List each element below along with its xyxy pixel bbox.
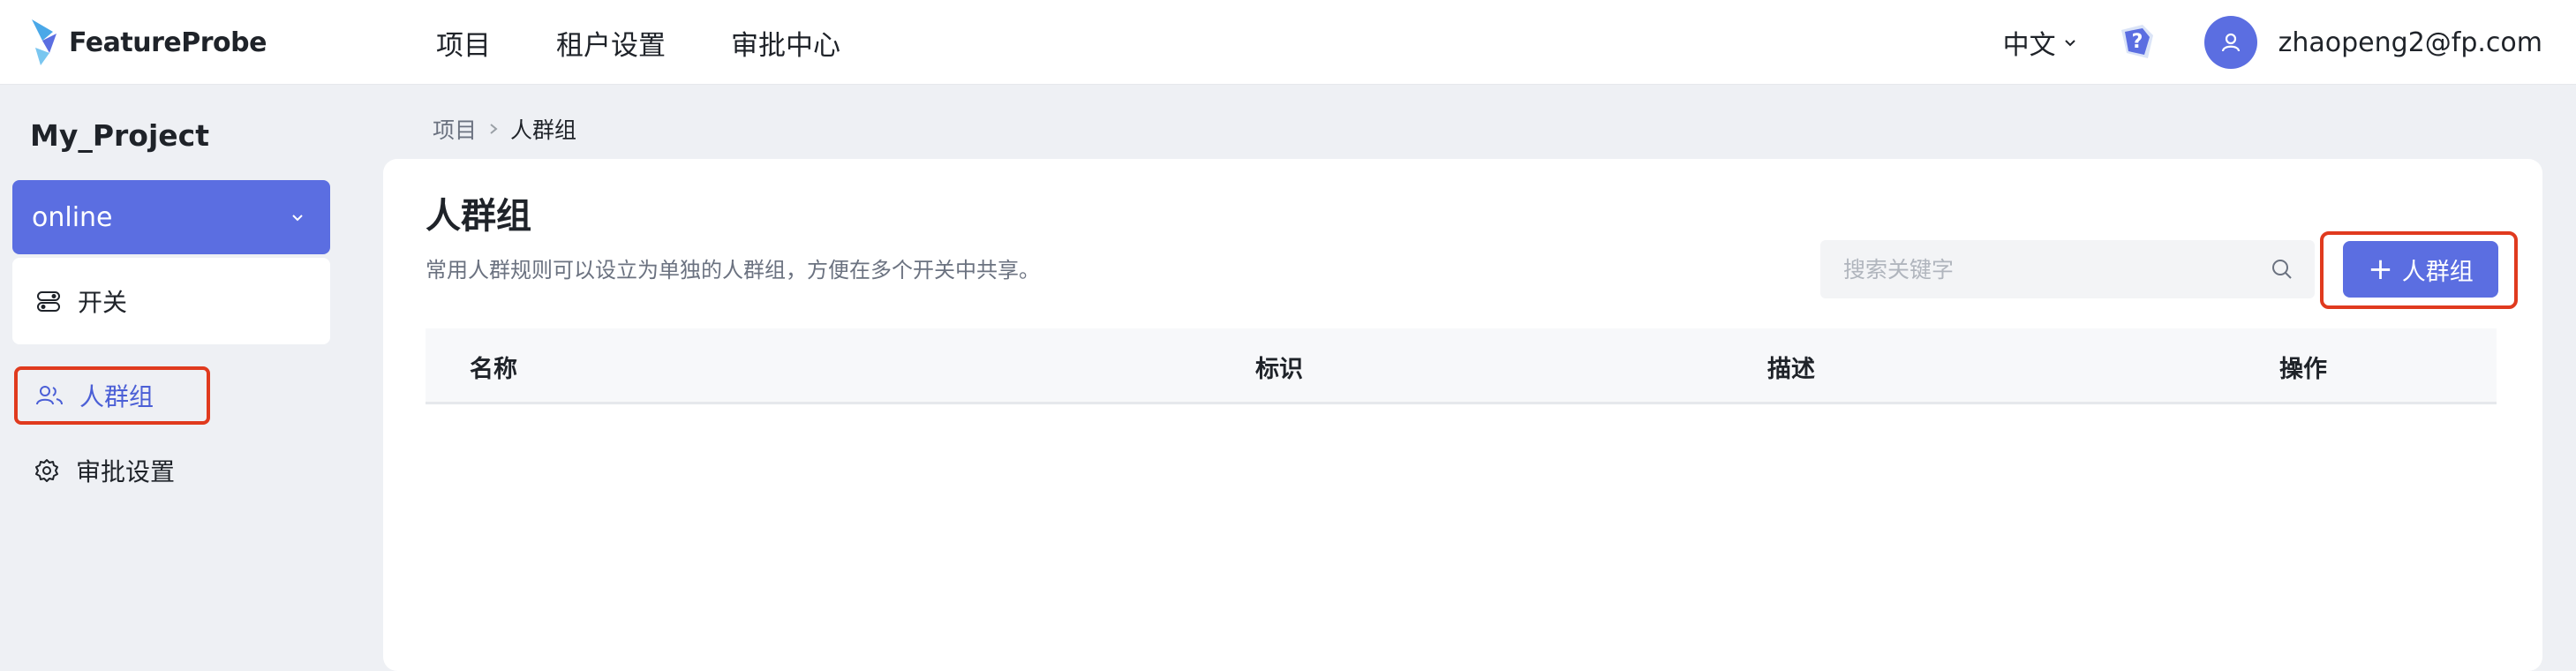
environment-label: online [32, 201, 113, 233]
sidebar-item-label: 审批设置 [76, 457, 176, 486]
header-right: 中文 ? zhaopeng2@fp.com [2003, 0, 2542, 85]
search-input[interactable] [1842, 255, 2248, 283]
logo[interactable]: FeatureProbe [26, 14, 267, 71]
user-icon [2221, 33, 2240, 52]
top-header: FeatureProbe 项目 租户设置 审批中心 中文 ? zhaopeng2… [0, 0, 2576, 85]
language-label: 中文 [2002, 30, 2056, 61]
nav-item-projects[interactable]: 项目 [436, 23, 491, 63]
column-header-description: 描述 [1767, 355, 1815, 383]
plus-icon: + [2368, 252, 2393, 287]
main-nav: 项目 租户设置 审批中心 [436, 0, 906, 85]
sidebar-item-label: 人群组 [79, 382, 154, 411]
logo-text: FeatureProbe [69, 26, 267, 58]
users-icon [36, 386, 63, 405]
nav-item-tenant-settings[interactable]: 租户设置 [556, 23, 666, 63]
featureprobe-logo-icon [32, 19, 56, 65]
search-icon[interactable] [2271, 258, 2294, 281]
breadcrumb: 项目 人群组 [433, 113, 576, 145]
gear-icon [35, 459, 58, 482]
page-description: 常用人群规则可以设立为单独的人群组，方便在多个开关中共享。 [426, 258, 1040, 283]
sidebar-item-segments[interactable]: 人群组 [14, 366, 210, 425]
sidebar-item-label: 开关 [78, 288, 128, 317]
project-name: My_Project [30, 118, 210, 153]
toggle-icon [37, 291, 60, 312]
segments-card: 人群组 常用人群规则可以设立为单独的人群组，方便在多个开关中共享。 + 人群组 … [383, 159, 2542, 671]
chevron-down-icon [292, 215, 303, 222]
sidebar-item-toggles[interactable]: 开关 [12, 258, 330, 344]
add-segment-button[interactable]: + 人群组 [2343, 241, 2498, 298]
column-header-key: 标识 [1255, 355, 1303, 383]
sidebar-item-approval-settings[interactable]: 审批设置 [19, 441, 175, 500]
help-icon[interactable]: ? [2116, 21, 2158, 64]
user-email[interactable]: zhaopeng2@fp.com [2278, 27, 2542, 58]
chevron-down-icon [2064, 40, 2075, 47]
nav-item-approval-center[interactable]: 审批中心 [731, 23, 840, 63]
column-header-name: 名称 [470, 355, 517, 383]
table-header: 名称 标识 描述 操作 [426, 328, 2497, 404]
environment-select[interactable]: online [12, 180, 330, 254]
breadcrumb-current: 人群组 [510, 117, 577, 143]
search-box [1820, 240, 2315, 298]
chevron-right-icon [490, 124, 498, 134]
language-selector[interactable]: 中文 [2003, 23, 2077, 62]
avatar[interactable] [2203, 16, 2257, 69]
breadcrumb-projects[interactable]: 项目 [433, 113, 477, 145]
svg-text:?: ? [2131, 31, 2143, 53]
add-segment-label: 人群组 [2401, 258, 2474, 286]
column-header-actions: 操作 [2279, 355, 2327, 383]
page-title: 人群组 [426, 196, 531, 237]
